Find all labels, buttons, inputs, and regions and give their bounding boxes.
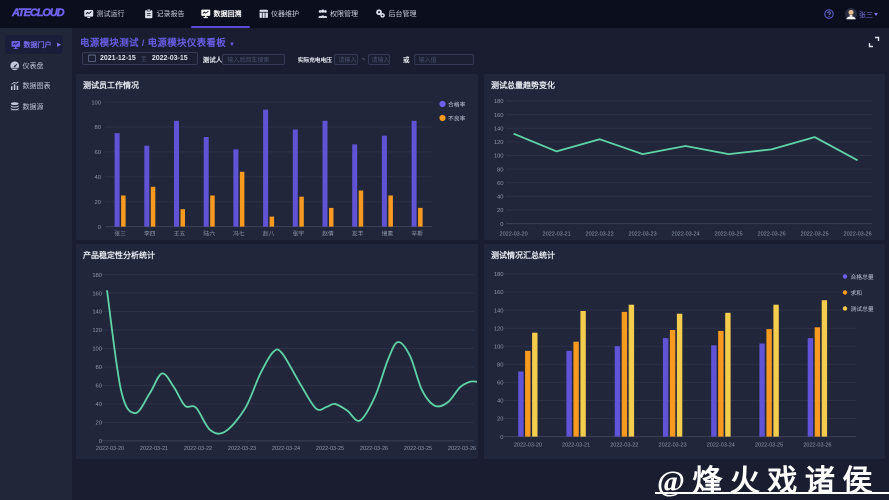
svg-text:2022-03-22: 2022-03-22 <box>610 443 638 449</box>
svg-text:80: 80 <box>497 363 503 369</box>
svg-text:2022-03-26: 2022-03-26 <box>360 446 388 452</box>
svg-text:140: 140 <box>494 127 504 133</box>
svg-text:2022-03-26: 2022-03-26 <box>844 232 872 238</box>
svg-text:赵八: 赵八 <box>263 230 275 238</box>
svg-text:20: 20 <box>497 417 503 423</box>
svg-text:100: 100 <box>91 100 101 106</box>
svg-text:2022-03-23: 2022-03-23 <box>629 232 657 238</box>
svg-text:40: 40 <box>96 402 102 408</box>
svg-text:冯七: 冯七 <box>233 230 245 238</box>
svg-text:2022-03-21: 2022-03-21 <box>543 232 571 238</box>
svg-text:120: 120 <box>494 140 504 146</box>
svg-text:陆六: 陆六 <box>203 230 215 238</box>
svg-text:160: 160 <box>494 113 504 119</box>
svg-text:2022-03-23: 2022-03-23 <box>228 446 256 452</box>
svg-text:180: 180 <box>494 99 504 105</box>
svg-text:0: 0 <box>500 222 503 228</box>
svg-text:辛斯: 辛斯 <box>411 230 423 238</box>
svg-text:40: 40 <box>497 195 503 201</box>
svg-text:80: 80 <box>95 125 101 131</box>
svg-text:140: 140 <box>494 308 504 314</box>
svg-text:2022-03-25: 2022-03-25 <box>801 232 829 238</box>
svg-text:60: 60 <box>497 181 503 187</box>
svg-text:2022-03-22: 2022-03-22 <box>586 232 614 238</box>
svg-text:40: 40 <box>95 175 101 181</box>
svg-text:80: 80 <box>497 167 503 173</box>
svg-text:80: 80 <box>96 365 102 371</box>
svg-text:合格总量: 合格总量 <box>851 273 874 281</box>
svg-text:搜素: 搜素 <box>382 230 394 238</box>
svg-text:2022-03-20: 2022-03-20 <box>500 232 528 238</box>
svg-text:张三: 张三 <box>114 230 126 238</box>
svg-text:合格率: 合格率 <box>448 100 466 108</box>
svg-text:测试总量: 测试总量 <box>851 305 874 313</box>
svg-text:140: 140 <box>92 310 102 316</box>
svg-text:2022-03-26: 2022-03-26 <box>803 443 831 449</box>
svg-text:40: 40 <box>497 399 503 405</box>
svg-text:2022-03-23: 2022-03-23 <box>659 443 687 449</box>
svg-text:赵倩: 赵倩 <box>322 230 334 238</box>
svg-text:2022-03-25: 2022-03-25 <box>404 446 432 452</box>
svg-text:100: 100 <box>494 154 504 160</box>
svg-text:2022-03-22: 2022-03-22 <box>184 446 212 452</box>
svg-text:2022-03-25: 2022-03-25 <box>755 443 783 449</box>
svg-text:0: 0 <box>99 439 102 445</box>
svg-text:60: 60 <box>96 384 102 390</box>
svg-text:王五: 王五 <box>174 231 186 238</box>
svg-text:2022-03-26: 2022-03-26 <box>448 446 476 452</box>
svg-text:160: 160 <box>494 290 504 296</box>
svg-text:李四: 李四 <box>144 230 156 238</box>
svg-text:60: 60 <box>95 150 101 156</box>
svg-text:180: 180 <box>494 272 504 278</box>
svg-text:2022-03-25: 2022-03-25 <box>715 232 743 238</box>
svg-text:0: 0 <box>500 435 503 441</box>
svg-text:20: 20 <box>95 200 101 206</box>
svg-text:180: 180 <box>92 273 102 279</box>
svg-text:2022-03-20: 2022-03-20 <box>514 443 542 449</box>
svg-text:2022-03-24: 2022-03-24 <box>672 232 700 238</box>
svg-text:120: 120 <box>92 328 102 334</box>
svg-text:友丰: 友丰 <box>352 230 364 238</box>
svg-text:2022-03-26: 2022-03-26 <box>758 232 786 238</box>
svg-text:100: 100 <box>494 345 504 351</box>
svg-text:2022-03-21: 2022-03-21 <box>140 446 168 452</box>
svg-text:160: 160 <box>92 291 102 297</box>
svg-text:2022-03-20: 2022-03-20 <box>96 446 124 452</box>
svg-text:120: 120 <box>494 326 504 332</box>
svg-text:张宇: 张宇 <box>292 230 304 238</box>
svg-text:求和: 求和 <box>851 289 863 297</box>
svg-text:2022-03-21: 2022-03-21 <box>562 443 590 449</box>
svg-text:20: 20 <box>96 421 102 427</box>
svg-text:2022-03-24: 2022-03-24 <box>707 443 735 449</box>
svg-text:2022-03-25: 2022-03-25 <box>316 446 344 452</box>
svg-text:60: 60 <box>497 381 503 387</box>
svg-text:2022-03-24: 2022-03-24 <box>272 446 300 452</box>
svg-text:0: 0 <box>98 225 101 231</box>
svg-text:20: 20 <box>497 208 503 214</box>
svg-text:不良率: 不良率 <box>448 114 466 122</box>
svg-text:100: 100 <box>92 347 102 353</box>
